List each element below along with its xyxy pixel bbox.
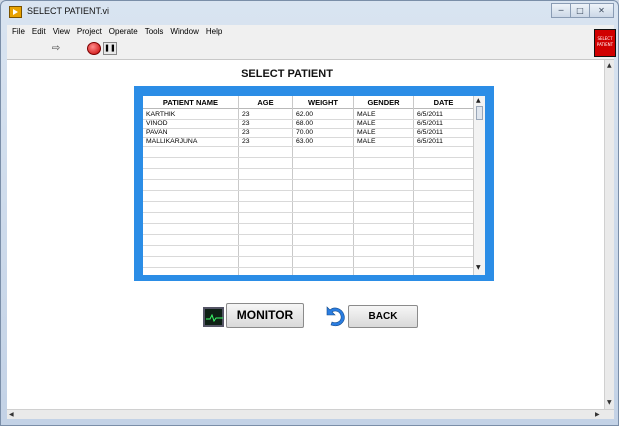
cell-weight: 62.00 bbox=[296, 111, 314, 118]
front-panel: SELECT PATIENT PATIENT NAME AGE WEIGHT G… bbox=[7, 60, 604, 409]
cell-weight: 70.00 bbox=[296, 129, 314, 136]
cell-gender: MALE bbox=[357, 129, 376, 136]
patient-table[interactable]: PATIENT NAME AGE WEIGHT GENDER DATE KART… bbox=[143, 96, 485, 275]
back-arrow-icon bbox=[323, 303, 347, 327]
header-weight: WEIGHT bbox=[293, 96, 353, 109]
cell-gender: MALE bbox=[357, 120, 376, 127]
row-divider bbox=[143, 267, 473, 268]
row-divider bbox=[143, 256, 473, 257]
panel-horizontal-scrollbar[interactable]: ◀ ▶ bbox=[7, 409, 614, 419]
header-date: DATE bbox=[414, 96, 473, 109]
vi-connector-icon: SELECT PATIENT bbox=[594, 29, 616, 57]
row-divider bbox=[143, 212, 473, 213]
row-divider bbox=[143, 223, 473, 224]
row-divider bbox=[143, 168, 473, 169]
scroll-down-arrow-icon[interactable]: ▼ bbox=[476, 264, 481, 271]
maximize-button[interactable]: □ bbox=[570, 3, 590, 18]
row-divider bbox=[143, 179, 473, 180]
row-divider bbox=[143, 234, 473, 235]
cell-date: 6/5/2011 bbox=[417, 111, 443, 118]
cell-weight: 63.00 bbox=[296, 138, 314, 145]
abort-execution-icon[interactable] bbox=[87, 42, 101, 55]
scroll-down-arrow-icon[interactable]: ▼ bbox=[607, 399, 612, 406]
cell-age: 23 bbox=[242, 111, 250, 118]
table-scrollbar[interactable]: ▲ ▼ bbox=[473, 96, 485, 275]
cell-age: 23 bbox=[242, 120, 250, 127]
cell-age: 23 bbox=[242, 138, 250, 145]
cell-age: 23 bbox=[242, 129, 250, 136]
cell-gender: MALE bbox=[357, 138, 376, 145]
menu-help[interactable]: Help bbox=[203, 25, 226, 39]
run-continuously-icon[interactable]: ⇨ bbox=[49, 43, 63, 55]
monitor-button[interactable]: MONITOR bbox=[226, 303, 304, 328]
cell-patient-name: KARTHIK bbox=[146, 111, 176, 118]
menu-view[interactable]: View bbox=[50, 25, 74, 39]
scroll-thumb[interactable] bbox=[476, 106, 483, 120]
header-gender: GENDER bbox=[354, 96, 413, 109]
window-title: SELECT PATIENT.vi bbox=[27, 6, 110, 16]
row-divider bbox=[143, 146, 473, 147]
cell-date: 6/5/2011 bbox=[417, 129, 443, 136]
patient-table-frame: PATIENT NAME AGE WEIGHT GENDER DATE KART… bbox=[134, 86, 494, 281]
back-button[interactable]: BACK bbox=[348, 305, 418, 328]
header-age: AGE bbox=[239, 96, 292, 109]
menu-tools[interactable]: Tools bbox=[142, 25, 168, 39]
scroll-left-arrow-icon[interactable]: ◀ bbox=[9, 411, 14, 418]
row-divider bbox=[143, 201, 473, 202]
menu-file[interactable]: File bbox=[9, 25, 29, 39]
labview-vi-icon bbox=[9, 6, 22, 18]
menu-bar: File Edit View Project Operate Tools Win… bbox=[7, 25, 614, 39]
title-bar[interactable]: SELECT PATIENT.vi ─ □ ✕ bbox=[1, 1, 618, 23]
cell-gender: MALE bbox=[357, 111, 376, 118]
close-button[interactable]: ✕ bbox=[589, 3, 614, 18]
toolbar: ⇨ ❚❚ ? bbox=[7, 39, 614, 60]
menu-operate[interactable]: Operate bbox=[106, 25, 142, 39]
row-divider bbox=[143, 190, 473, 191]
menu-window[interactable]: Window bbox=[167, 25, 202, 39]
scroll-up-arrow-icon[interactable]: ▲ bbox=[476, 97, 481, 104]
cell-patient-name: VINOD bbox=[146, 120, 168, 127]
panel-vertical-scrollbar[interactable]: ▲ ▼ bbox=[604, 60, 614, 409]
cell-patient-name: MALLIKARJUNA bbox=[146, 138, 198, 145]
page-title: SELECT PATIENT bbox=[241, 68, 333, 80]
header-patient-name: PATIENT NAME bbox=[143, 96, 238, 109]
cell-date: 6/5/2011 bbox=[417, 120, 443, 127]
scroll-right-arrow-icon[interactable]: ▶ bbox=[595, 411, 600, 418]
scroll-up-arrow-icon[interactable]: ▲ bbox=[607, 62, 612, 69]
app-window: SELECT PATIENT.vi ─ □ ✕ File Edit View P… bbox=[0, 0, 619, 426]
row-divider bbox=[143, 245, 473, 246]
menu-project[interactable]: Project bbox=[74, 25, 106, 39]
ecg-monitor-icon bbox=[203, 307, 224, 327]
cell-date: 6/5/2011 bbox=[417, 138, 443, 145]
minimize-button[interactable]: ─ bbox=[551, 3, 571, 18]
pause-icon[interactable]: ❚❚ bbox=[103, 42, 117, 55]
cell-patient-name: PAVAN bbox=[146, 129, 168, 136]
row-divider bbox=[143, 157, 473, 158]
cell-weight: 68.00 bbox=[296, 120, 314, 127]
menu-edit[interactable]: Edit bbox=[29, 25, 50, 39]
